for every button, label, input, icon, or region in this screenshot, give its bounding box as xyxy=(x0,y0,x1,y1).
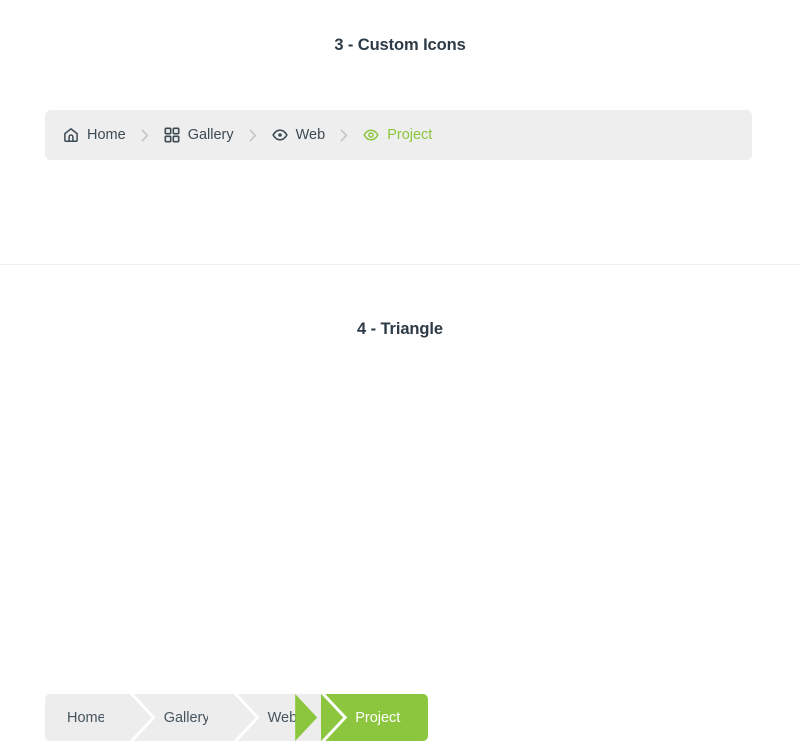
breadcrumb-label: Gallery xyxy=(163,709,210,726)
breadcrumb-label: Web xyxy=(295,127,326,143)
breadcrumb-panel-custom-icons: Home Gallery Web Project xyxy=(45,110,752,160)
section-triangle: 4 - Triangle Home Gallery Web Project xyxy=(0,264,800,741)
page-title-custom-icons: 3 - Custom Icons xyxy=(334,36,466,54)
breadcrumb-label: Gallery xyxy=(187,127,234,143)
breadcrumb-label: Project xyxy=(387,127,433,143)
breadcrumb-item-web[interactable]: Web xyxy=(271,127,326,143)
breadcrumb-item-project[interactable]: Project xyxy=(363,127,432,143)
breadcrumb-item-gallery[interactable]: Gallery xyxy=(164,127,234,143)
breadcrumb-label: Project xyxy=(355,709,401,726)
breadcrumb: Home Gallery Web Project xyxy=(63,127,432,143)
page-title-triangle: 4 - Triangle xyxy=(357,320,443,338)
section-custom-icons: 3 - Custom Icons Home Gallery Web Projec… xyxy=(0,0,800,264)
breadcrumb-label: Web xyxy=(267,709,298,726)
eye-icon xyxy=(363,127,379,143)
breadcrumb-label: Home xyxy=(67,709,106,726)
home-icon xyxy=(63,127,79,143)
grid-icon xyxy=(164,127,180,143)
breadcrumb-label: Home xyxy=(87,127,126,143)
breadcrumb-triangle: Home Gallery Web Project xyxy=(45,694,429,741)
eye-icon xyxy=(271,127,288,143)
breadcrumb-item-home[interactable]: Home xyxy=(63,127,126,143)
chevron-right-icon xyxy=(234,128,272,142)
chevron-right-icon xyxy=(126,128,164,142)
breadcrumb-item-project[interactable]: Project xyxy=(321,694,429,741)
chevron-right-icon xyxy=(325,128,363,142)
